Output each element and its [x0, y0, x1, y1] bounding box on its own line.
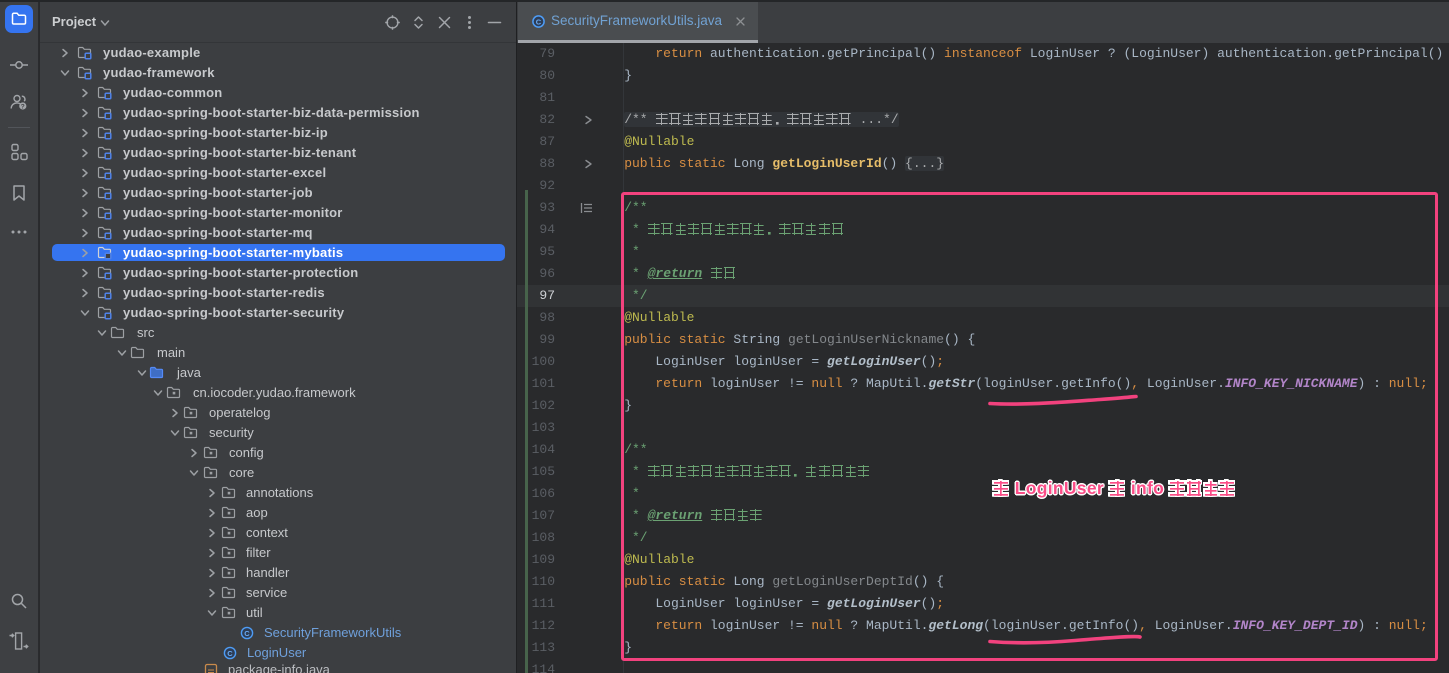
svg-text:C: C — [244, 629, 250, 638]
svg-text:C: C — [227, 649, 233, 658]
svg-text:?: ? — [21, 103, 25, 110]
svg-text:C: C — [536, 17, 542, 26]
